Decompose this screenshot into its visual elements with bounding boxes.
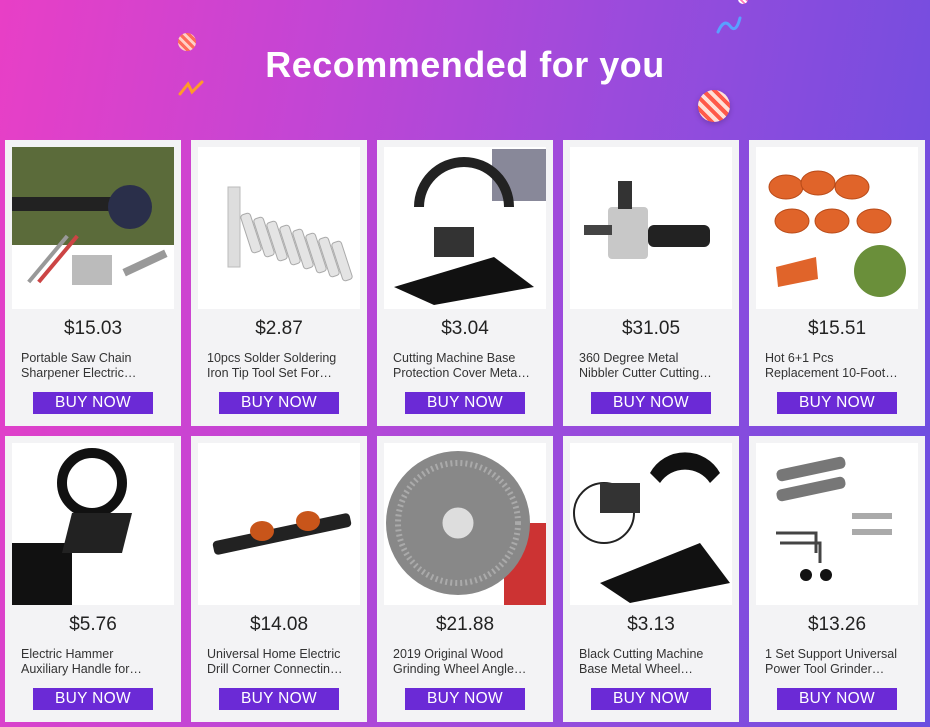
product-card[interactable]: $31.05 360 Degree Metal Nibbler Cutter Cut… <box>563 140 739 426</box>
product-title[interactable]: 360 Degree Metal Nibbler Cutter Cutting… <box>579 351 729 381</box>
product-card[interactable]: $5.76 Electric Hammer Auxiliary Handle for… <box>5 436 181 722</box>
cutting-base-icon[interactable] <box>384 147 546 309</box>
buy-now-button[interactable]: BUY NOW <box>219 688 339 710</box>
product-title[interactable]: Universal Home Electric Drill Corner Conn… <box>207 647 357 677</box>
product-title-line: Grinding Wheel Angle… <box>393 662 527 676</box>
striped-ball-decoration <box>698 90 730 122</box>
grinder-base-icon[interactable] <box>570 443 732 605</box>
auxiliary-handle-icon[interactable] <box>12 443 174 605</box>
trimmer-spools-icon[interactable] <box>756 147 918 309</box>
product-title-line: 1 Set Support Universal <box>765 647 898 661</box>
buy-now-button[interactable]: BUY NOW <box>591 392 711 414</box>
product-price: $3.04 <box>441 318 489 339</box>
striped-ball-decoration <box>738 0 748 4</box>
product-card[interactable]: $15.03 Portable Saw Chain Sharpener Electr… <box>5 140 181 426</box>
product-price: $14.08 <box>249 614 309 635</box>
product-title[interactable]: 1 Set Support Universal Power Tool Grinde… <box>765 647 915 677</box>
product-title-line: Iron Tip Tool Set For… <box>207 366 332 380</box>
confetti-squiggle-icon <box>716 16 742 34</box>
product-title-line: Black Cutting Machine <box>579 647 704 661</box>
product-title-line: Protection Cover Meta… <box>393 366 530 380</box>
drill-connector-icon[interactable] <box>198 443 360 605</box>
product-card[interactable]: $3.04 Cutting Machine Base Protection Cove… <box>377 140 553 426</box>
header-banner: Recommended for you <box>0 0 930 138</box>
product-price: $13.26 <box>807 614 867 635</box>
product-card[interactable]: $2.87 10pcs Solder Soldering Iron Tip Tool… <box>191 140 367 426</box>
product-price: $2.87 <box>255 318 303 339</box>
solder-tips-icon[interactable] <box>198 147 360 309</box>
product-title-line: Portable Saw Chain <box>21 351 132 365</box>
product-title-line: Sharpener Electric… <box>21 366 137 380</box>
product-title[interactable]: Electric Hammer Auxiliary Handle for… <box>21 647 171 677</box>
product-title-line: Base Metal Wheel… <box>579 662 693 676</box>
buy-now-button[interactable]: BUY NOW <box>777 392 897 414</box>
product-title[interactable]: Hot 6+1 Pcs Replacement 10-Foot… <box>765 351 915 381</box>
product-title[interactable]: 2019 Original Wood Grinding Wheel Angle… <box>393 647 543 677</box>
product-title-line: Nibbler Cutter Cutting… <box>579 366 712 380</box>
product-card[interactable]: $13.26 1 Set Support Universal Power Tool … <box>749 436 925 722</box>
page-title: Recommended for you <box>265 44 665 85</box>
product-title[interactable]: Black Cutting Machine Base Metal Wheel… <box>579 647 729 677</box>
product-price: $5.76 <box>69 614 117 635</box>
buy-now-button[interactable]: BUY NOW <box>777 688 897 710</box>
product-title-line: 360 Degree Metal <box>579 351 679 365</box>
product-price: $3.13 <box>627 614 675 635</box>
product-title-line: 2019 Original Wood <box>393 647 504 661</box>
buy-now-button[interactable]: BUY NOW <box>405 688 525 710</box>
product-title-line: Hot 6+1 Pcs <box>765 351 834 365</box>
product-card[interactable]: $21.88 2019 Original Wood Grinding Wheel A… <box>377 436 553 722</box>
chainsaw-sharpener-icon[interactable] <box>12 147 174 309</box>
product-card[interactable]: $15.51 Hot 6+1 Pcs Replacement 10-Foot… BUY… <box>749 140 925 426</box>
product-title[interactable]: 10pcs Solder Soldering Iron Tip Tool Set … <box>207 351 357 381</box>
buy-now-button[interactable]: BUY NOW <box>219 392 339 414</box>
product-card[interactable]: $14.08 Universal Home Electric Drill Corne… <box>191 436 367 722</box>
grinder-parts-icon[interactable] <box>756 443 918 605</box>
grinding-wheel-icon[interactable] <box>384 443 546 605</box>
product-title[interactable]: Cutting Machine Base Protection Cover Met… <box>393 351 543 381</box>
product-title-line: 10pcs Solder Soldering <box>207 351 337 365</box>
product-price: $15.03 <box>63 318 123 339</box>
product-title-line: Power Tool Grinder… <box>765 662 885 676</box>
product-title-line: Cutting Machine Base <box>393 351 516 365</box>
buy-now-button[interactable]: BUY NOW <box>591 688 711 710</box>
buy-now-button[interactable]: BUY NOW <box>405 392 525 414</box>
product-title-line: Auxiliary Handle for… <box>21 662 142 676</box>
product-title-line: Universal Home Electric <box>207 647 341 661</box>
product-title[interactable]: Portable Saw Chain Sharpener Electric… <box>21 351 171 381</box>
nibbler-cutter-icon[interactable] <box>570 147 732 309</box>
product-card[interactable]: $3.13 Black Cutting Machine Base Metal Whe… <box>563 436 739 722</box>
product-title-line: Replacement 10-Foot… <box>765 366 898 380</box>
product-title-line: Drill Corner Connectin… <box>207 662 343 676</box>
buy-now-button[interactable]: BUY NOW <box>33 688 153 710</box>
buy-now-button[interactable]: BUY NOW <box>33 392 153 414</box>
product-title-line: Electric Hammer <box>21 647 114 661</box>
product-price: $15.51 <box>807 318 867 339</box>
product-price: $21.88 <box>435 614 495 635</box>
product-price: $31.05 <box>621 318 681 339</box>
